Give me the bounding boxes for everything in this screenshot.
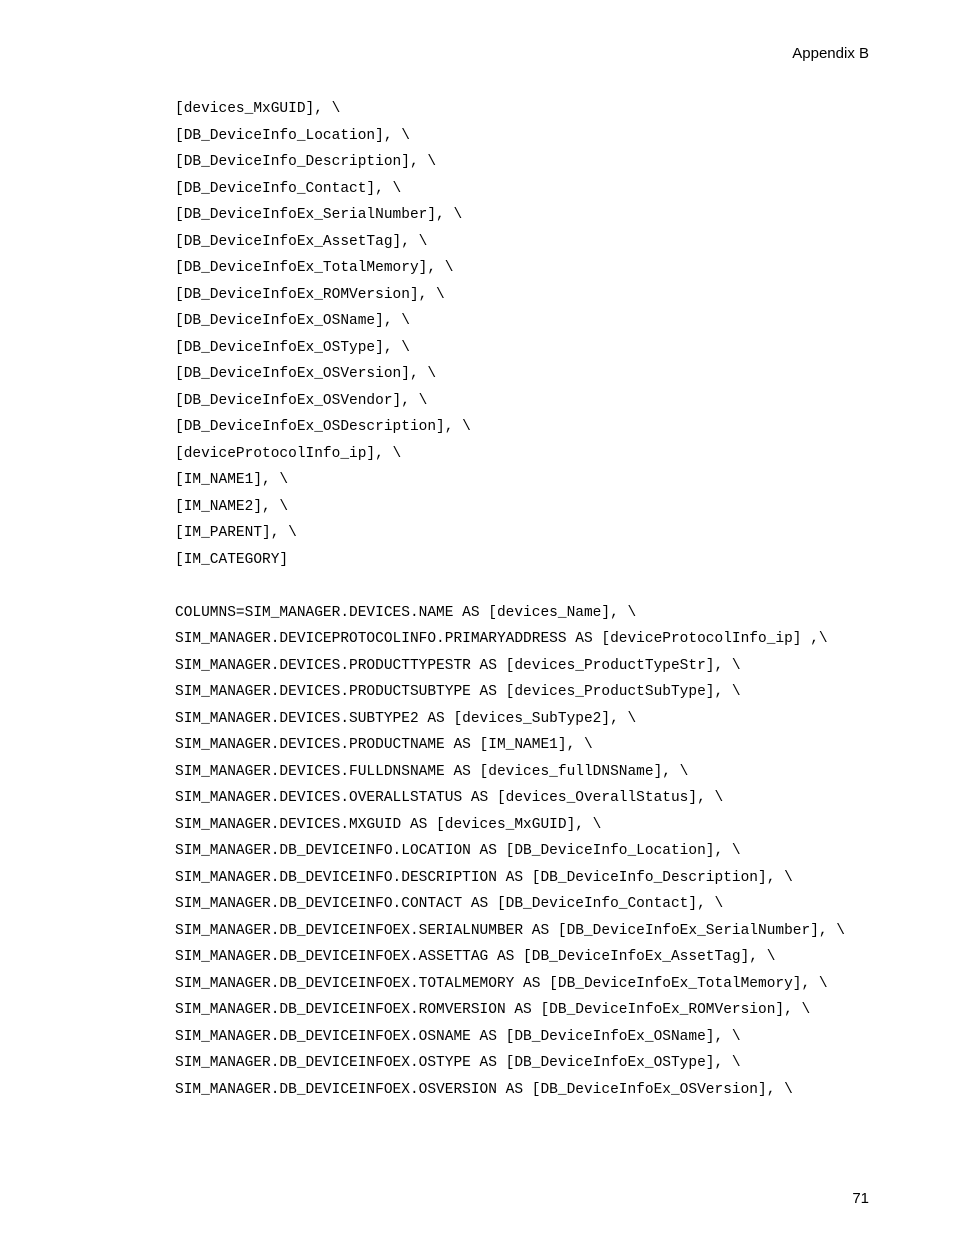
page-number: 71	[852, 1190, 869, 1207]
page-header: Appendix B	[792, 45, 869, 62]
code-block: [devices_MxGUID], \ [DB_DeviceInfo_Locat…	[175, 96, 869, 1103]
